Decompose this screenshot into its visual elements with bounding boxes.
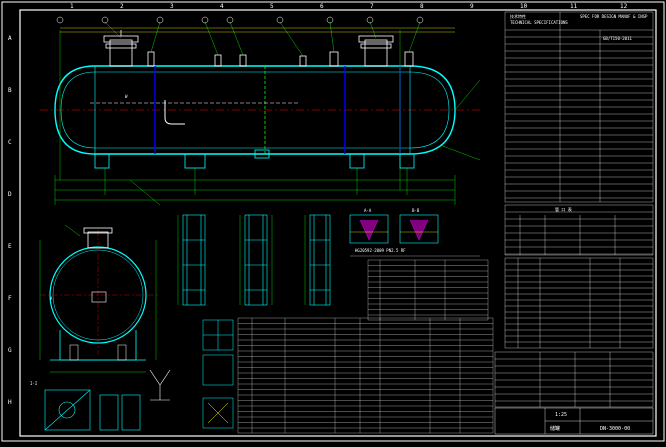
svg-text:W: W bbox=[125, 94, 128, 99]
svg-text:5: 5 bbox=[270, 3, 274, 10]
svg-text:G: G bbox=[8, 347, 12, 354]
tech-spec-header: 技术特性 TECHNICAL SPECIFICATIONS SPEC FOR D… bbox=[510, 13, 648, 41]
svg-text:DN-3000-00: DN-3000-00 bbox=[600, 426, 630, 432]
weld-detail-views[interactable]: A-A B-B bbox=[349, 208, 439, 244]
svg-text:7: 7 bbox=[370, 3, 374, 10]
vessel-elevation-view[interactable]: W bbox=[40, 65, 480, 155]
svg-text:GB/T150-2011: GB/T150-2011 bbox=[603, 36, 632, 41]
dimension-lines-top bbox=[60, 27, 455, 33]
bottom-left-details[interactable]: I-I bbox=[30, 369, 171, 431]
nozzle-table-title: 管 口 表 bbox=[555, 206, 572, 212]
cad-drawing-viewport[interactable]: 1 2 3 4 5 6 7 8 9 10 11 12 A B C D E F G… bbox=[0, 0, 666, 443]
svg-text:HG20592-2009 PN2.5 RF: HG20592-2009 PN2.5 RF bbox=[355, 248, 406, 253]
svg-text:6: 6 bbox=[320, 3, 324, 10]
svg-text:D: D bbox=[8, 191, 12, 198]
cad-drawing-canvas: 1 2 3 4 5 6 7 8 9 10 11 12 A B C D E F G… bbox=[1, 1, 665, 442]
dimension-lines-bottom bbox=[54, 168, 456, 206]
nozzles-top[interactable] bbox=[103, 30, 414, 67]
vessel-section-view[interactable]: A bbox=[40, 227, 160, 361]
title-block-text: 1:25 储罐 DN-3000-00 bbox=[550, 412, 630, 432]
svg-text:9: 9 bbox=[470, 3, 474, 10]
svg-text:8: 8 bbox=[420, 3, 424, 10]
svg-text:C: C bbox=[8, 139, 12, 146]
svg-text:TECHNICAL SPECIFICATIONS: TECHNICAL SPECIFICATIONS bbox=[510, 20, 568, 25]
svg-text:B: B bbox=[8, 87, 12, 94]
leader-lines bbox=[59, 21, 481, 190]
svg-text:2: 2 bbox=[120, 3, 124, 10]
materials-table[interactable] bbox=[367, 259, 489, 321]
nozzle-table[interactable] bbox=[504, 204, 654, 256]
saddle-supports[interactable] bbox=[94, 149, 415, 169]
svg-text:H: H bbox=[8, 399, 12, 406]
detail-dimensions bbox=[177, 215, 306, 305]
svg-text:A-A: A-A bbox=[364, 208, 372, 213]
svg-text:10: 10 bbox=[520, 3, 528, 10]
svg-text:1: 1 bbox=[70, 3, 74, 10]
parts-list-table[interactable] bbox=[237, 317, 494, 434]
nozzle-list-table[interactable] bbox=[504, 257, 654, 349]
svg-text:A: A bbox=[50, 296, 53, 301]
svg-text:技术特性: 技术特性 bbox=[510, 13, 526, 19]
svg-text:SPEC FOR DESIGN MANUF & INSP: SPEC FOR DESIGN MANUF & INSP bbox=[580, 14, 648, 19]
svg-text:B-B: B-B bbox=[412, 208, 420, 213]
svg-text:A: A bbox=[8, 35, 12, 42]
frame-row-labels: A B C D E F G H bbox=[8, 35, 12, 406]
svg-text:储罐: 储罐 bbox=[550, 425, 560, 432]
detail-view-stiffeners[interactable] bbox=[182, 214, 331, 306]
balloon-markers bbox=[56, 16, 424, 24]
svg-text:I-I: I-I bbox=[30, 381, 38, 386]
svg-text:12: 12 bbox=[620, 3, 628, 10]
revision-table[interactable] bbox=[494, 351, 654, 408]
note-line: HG20592-2009 PN2.5 RF bbox=[350, 248, 480, 257]
svg-text:F: F bbox=[8, 295, 12, 302]
svg-text:4: 4 bbox=[220, 3, 224, 10]
frame-column-labels: 1 2 3 4 5 6 7 8 9 10 11 12 bbox=[70, 3, 628, 10]
svg-text:3: 3 bbox=[170, 3, 174, 10]
svg-text:11: 11 bbox=[570, 3, 578, 10]
svg-text:E: E bbox=[8, 243, 12, 250]
svg-text:1:25: 1:25 bbox=[555, 412, 567, 418]
detail-grid-small bbox=[202, 319, 234, 429]
